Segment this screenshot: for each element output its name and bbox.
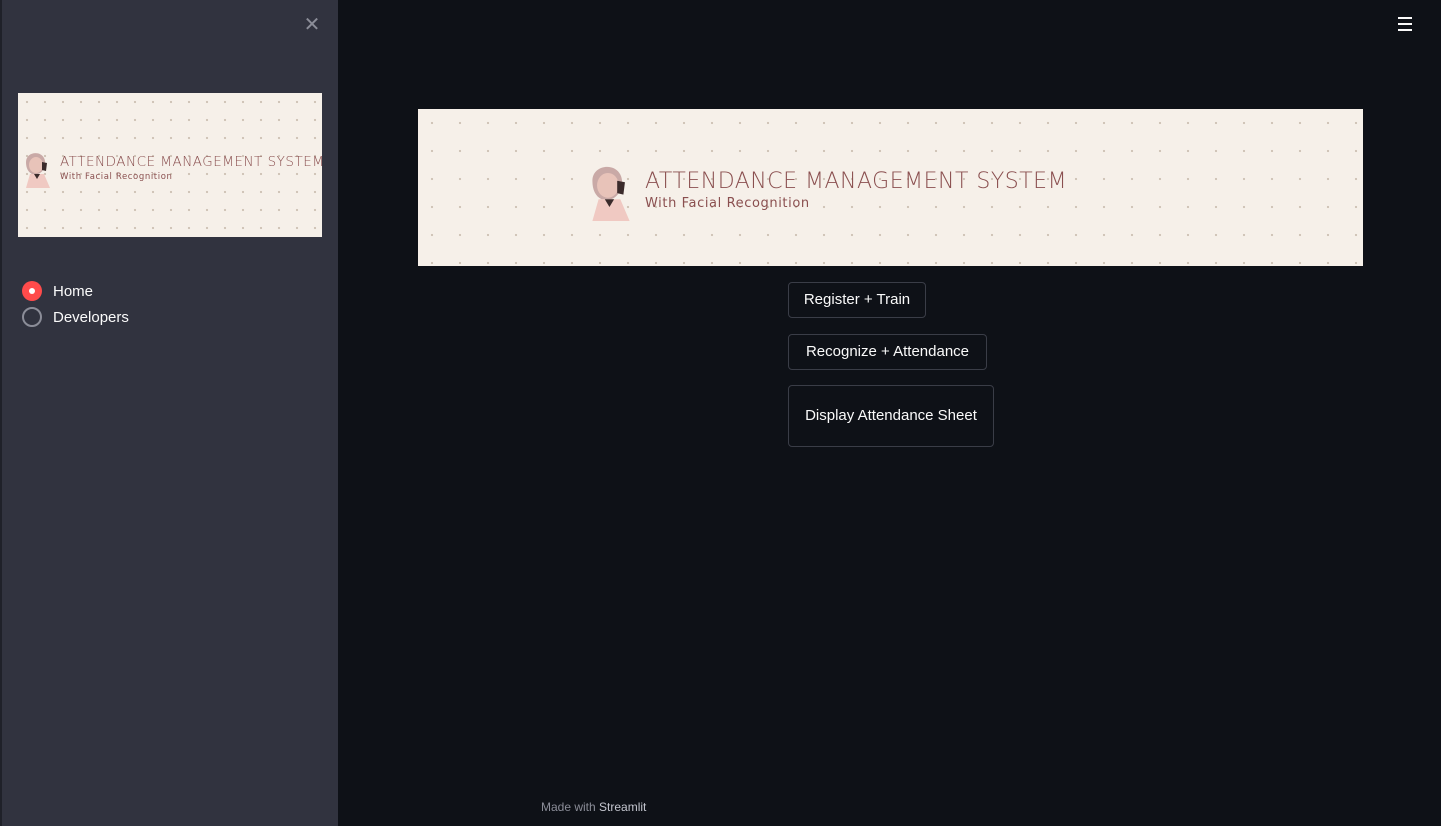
close-icon: ✕ <box>303 12 321 36</box>
main-banner-image: ATTENDANCE MANAGEMENT SYSTEM With Facial… <box>418 109 1363 266</box>
radio-checked-icon <box>22 281 42 301</box>
radio-option-home[interactable]: Home <box>22 278 129 304</box>
main-banner-title: ATTENDANCE MANAGEMENT SYSTEM <box>645 169 1068 194</box>
sidebar-banner-subtitle: With Facial Recognition <box>60 172 173 182</box>
hamburger-menu-icon <box>1396 17 1414 31</box>
main-menu-button[interactable] <box>1396 17 1414 33</box>
sidebar-banner-title: ATTENDANCE MANAGEMENT SYSTEM <box>60 154 322 170</box>
radio-label-developers: Developers <box>53 308 129 326</box>
portrait-illustration-icon <box>26 153 50 188</box>
display-attendance-sheet-button[interactable]: Display Attendance Sheet <box>788 385 994 447</box>
streamlit-link[interactable]: Streamlit <box>599 800 646 814</box>
main-banner-subtitle: With Facial Recognition <box>645 196 810 211</box>
recognize-attendance-button[interactable]: Recognize + Attendance <box>788 334 987 370</box>
radio-label-home: Home <box>53 282 94 300</box>
portrait-illustration-icon <box>592 166 630 221</box>
register-train-button[interactable]: Register + Train <box>788 282 926 318</box>
radio-option-developers[interactable]: Developers <box>22 304 129 330</box>
footer: Made with Streamlit <box>541 800 646 814</box>
close-sidebar-button[interactable]: ✕ <box>302 14 322 34</box>
sidebar: ✕ ATTENDANCE MANAGEMENT SYSTEM With Faci… <box>0 0 338 826</box>
footer-prefix: Made with <box>541 800 596 814</box>
sidebar-banner-image: ATTENDANCE MANAGEMENT SYSTEM With Facial… <box>18 93 322 237</box>
navigation-radio-group: Home Developers <box>22 278 129 330</box>
radio-unchecked-icon <box>22 307 42 327</box>
app: ✕ ATTENDANCE MANAGEMENT SYSTEM With Faci… <box>0 0 1441 826</box>
